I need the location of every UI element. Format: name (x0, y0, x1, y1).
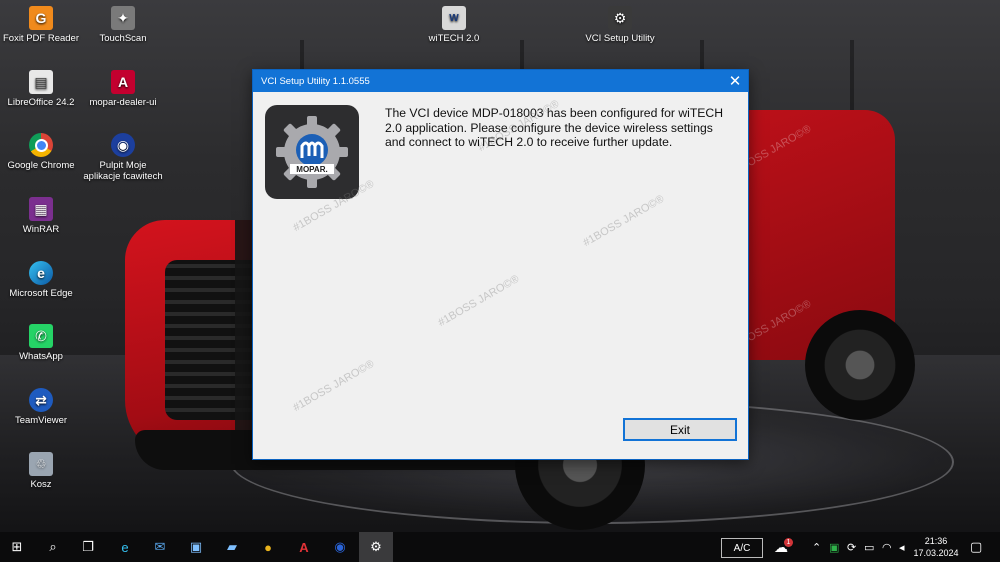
chrome-icon (29, 133, 53, 157)
notification-icon: ▢ (970, 539, 983, 554)
desktop-icon-recycle-bin[interactable]: ♲ Kosz (0, 452, 82, 490)
language-indicator[interactable]: A/C (721, 538, 763, 558)
dialog-title: VCI Setup Utility 1.1.0555 (261, 75, 370, 87)
volume-icon: ◂ (899, 541, 905, 554)
file-explorer-icon: ▰ (227, 539, 237, 554)
taskbar: ⊞ ⌕ ❐ e ✉ ▣ ▰ ● A ◉ ⚙ A/C ☁ 1 ⌃ ▣ ⟳ ▭ ◠ … (0, 532, 1000, 562)
desktop-icon-mopar-dealer-ui[interactable]: A mopar-dealer-ui (82, 70, 164, 108)
vci-setup-dialog: VCI Setup Utility 1.1.0555 ✕ MOPAR. The … (252, 69, 749, 460)
device-icon: ▭ (864, 541, 875, 554)
desktop-icon-whatsapp[interactable]: ✆ WhatsApp (0, 324, 82, 362)
mail-icon: ✉ (154, 539, 166, 554)
volume-button[interactable]: ◂ (899, 532, 905, 562)
wifi-icon: ◠ (882, 541, 892, 554)
teamviewer-icon: ⇄ (29, 388, 53, 412)
tray-sync[interactable]: ⟳ (847, 532, 856, 562)
taskbar-chrome[interactable]: ● (256, 535, 280, 559)
edge-icon: e (121, 539, 129, 555)
recycle-bin-icon: ♲ (29, 452, 53, 476)
start-button[interactable]: ⊞ (5, 535, 29, 559)
clock-time: 21:36 (924, 536, 948, 546)
angular-icon: A (299, 539, 309, 555)
network-button[interactable]: ◠ (882, 532, 892, 562)
taskbar-mopar-app[interactable]: ◉ (328, 535, 352, 559)
touchscan-icon: ✦ (111, 6, 135, 30)
gear-icon: MOPAR. (276, 116, 348, 188)
clock-date: 17.03.2024 (913, 548, 959, 558)
desktop-icon-fcawitech[interactable]: ◉ Pulpit Moje aplikacje fcawitech (82, 133, 164, 182)
tray-app-icon: ▣ (829, 541, 840, 554)
chevron-up-icon: ⌃ (812, 541, 822, 554)
task-view-icon: ❐ (82, 539, 94, 554)
notification-center-button[interactable]: ▢ (970, 532, 982, 562)
sync-icon: ⟳ (847, 541, 857, 554)
taskbar-mail[interactable]: ✉ (148, 535, 172, 559)
tray-device[interactable]: ▭ (864, 532, 874, 562)
start-icon: ⊞ (11, 539, 23, 554)
angular-icon: A (111, 70, 135, 94)
taskbar-edge[interactable]: e (113, 535, 137, 559)
watermark: #1BOSS JARO©® (581, 192, 667, 250)
search-button[interactable]: ⌕ (41, 535, 65, 559)
mopar-app-icon: ◉ (334, 539, 346, 554)
desktop-icon-teamviewer[interactable]: ⇄ TeamViewer (0, 388, 82, 426)
desktop-icon-chrome[interactable]: Google Chrome (0, 133, 82, 171)
taskbar-file-explorer[interactable]: ▰ (220, 535, 244, 559)
libreoffice-icon: ▤ (29, 70, 53, 94)
clock[interactable]: 21:36 17.03.2024 (906, 535, 966, 559)
whatsapp-icon: ✆ (29, 324, 53, 348)
taskbar-angular[interactable]: A (292, 535, 316, 559)
tray-app[interactable]: ▣ (829, 532, 839, 562)
taskbar-vci-setup[interactable]: ⚙ (359, 532, 393, 562)
foxit-pdf-icon: G (29, 6, 53, 30)
desktop-icon-edge[interactable]: e Microsoft Edge (0, 261, 82, 299)
show-hidden-icons[interactable]: ⌃ (812, 532, 821, 562)
exit-button[interactable]: Exit (623, 418, 737, 441)
winrar-icon: ▦ (29, 197, 53, 221)
notification-badge: 1 (784, 537, 793, 547)
witech-icon: W (442, 6, 466, 30)
task-view-button[interactable]: ❐ (76, 535, 100, 559)
search-icon: ⌕ (49, 539, 57, 554)
taskbar-remote-desktop[interactable]: ▣ (184, 535, 208, 559)
mopar-app-icon: ◉ (111, 133, 135, 157)
vci-setup-icon: ⚙ (608, 6, 632, 30)
desktop-icon-libreoffice[interactable]: ▤ LibreOffice 24.2 (0, 70, 82, 108)
vci-setup-icon: ⚙ (370, 539, 382, 554)
close-button[interactable]: ✕ (722, 70, 748, 92)
edge-icon: e (29, 261, 53, 285)
close-icon: ✕ (728, 73, 742, 90)
watermark: #1BOSS JARO©® (291, 357, 377, 415)
watermark: #1BOSS JARO©® (436, 272, 522, 330)
mopar-logo: MOPAR. (265, 105, 359, 199)
chrome-icon: ● (264, 539, 272, 555)
desktop-icon-touchscan[interactable]: ✦ TouchScan (82, 6, 164, 44)
dialog-titlebar[interactable]: VCI Setup Utility 1.1.0555 ✕ (253, 70, 748, 92)
desktop-icon-foxit[interactable]: G Foxit PDF Reader (0, 6, 82, 44)
remote-desktop-icon: ▣ (189, 539, 203, 554)
weather-widget[interactable]: ☁ 1 (774, 532, 793, 562)
desktop-icon-vci-setup[interactable]: ⚙ VCI Setup Utility (579, 6, 661, 44)
dialog-message: The VCI device MDP-018003 has been confi… (385, 106, 724, 149)
desktop-icon-winrar[interactable]: ▦ WinRAR (0, 197, 82, 235)
logo-text: MOPAR. (296, 165, 327, 174)
desktop-icon-witech[interactable]: W wiTECH 2.0 (413, 6, 495, 44)
